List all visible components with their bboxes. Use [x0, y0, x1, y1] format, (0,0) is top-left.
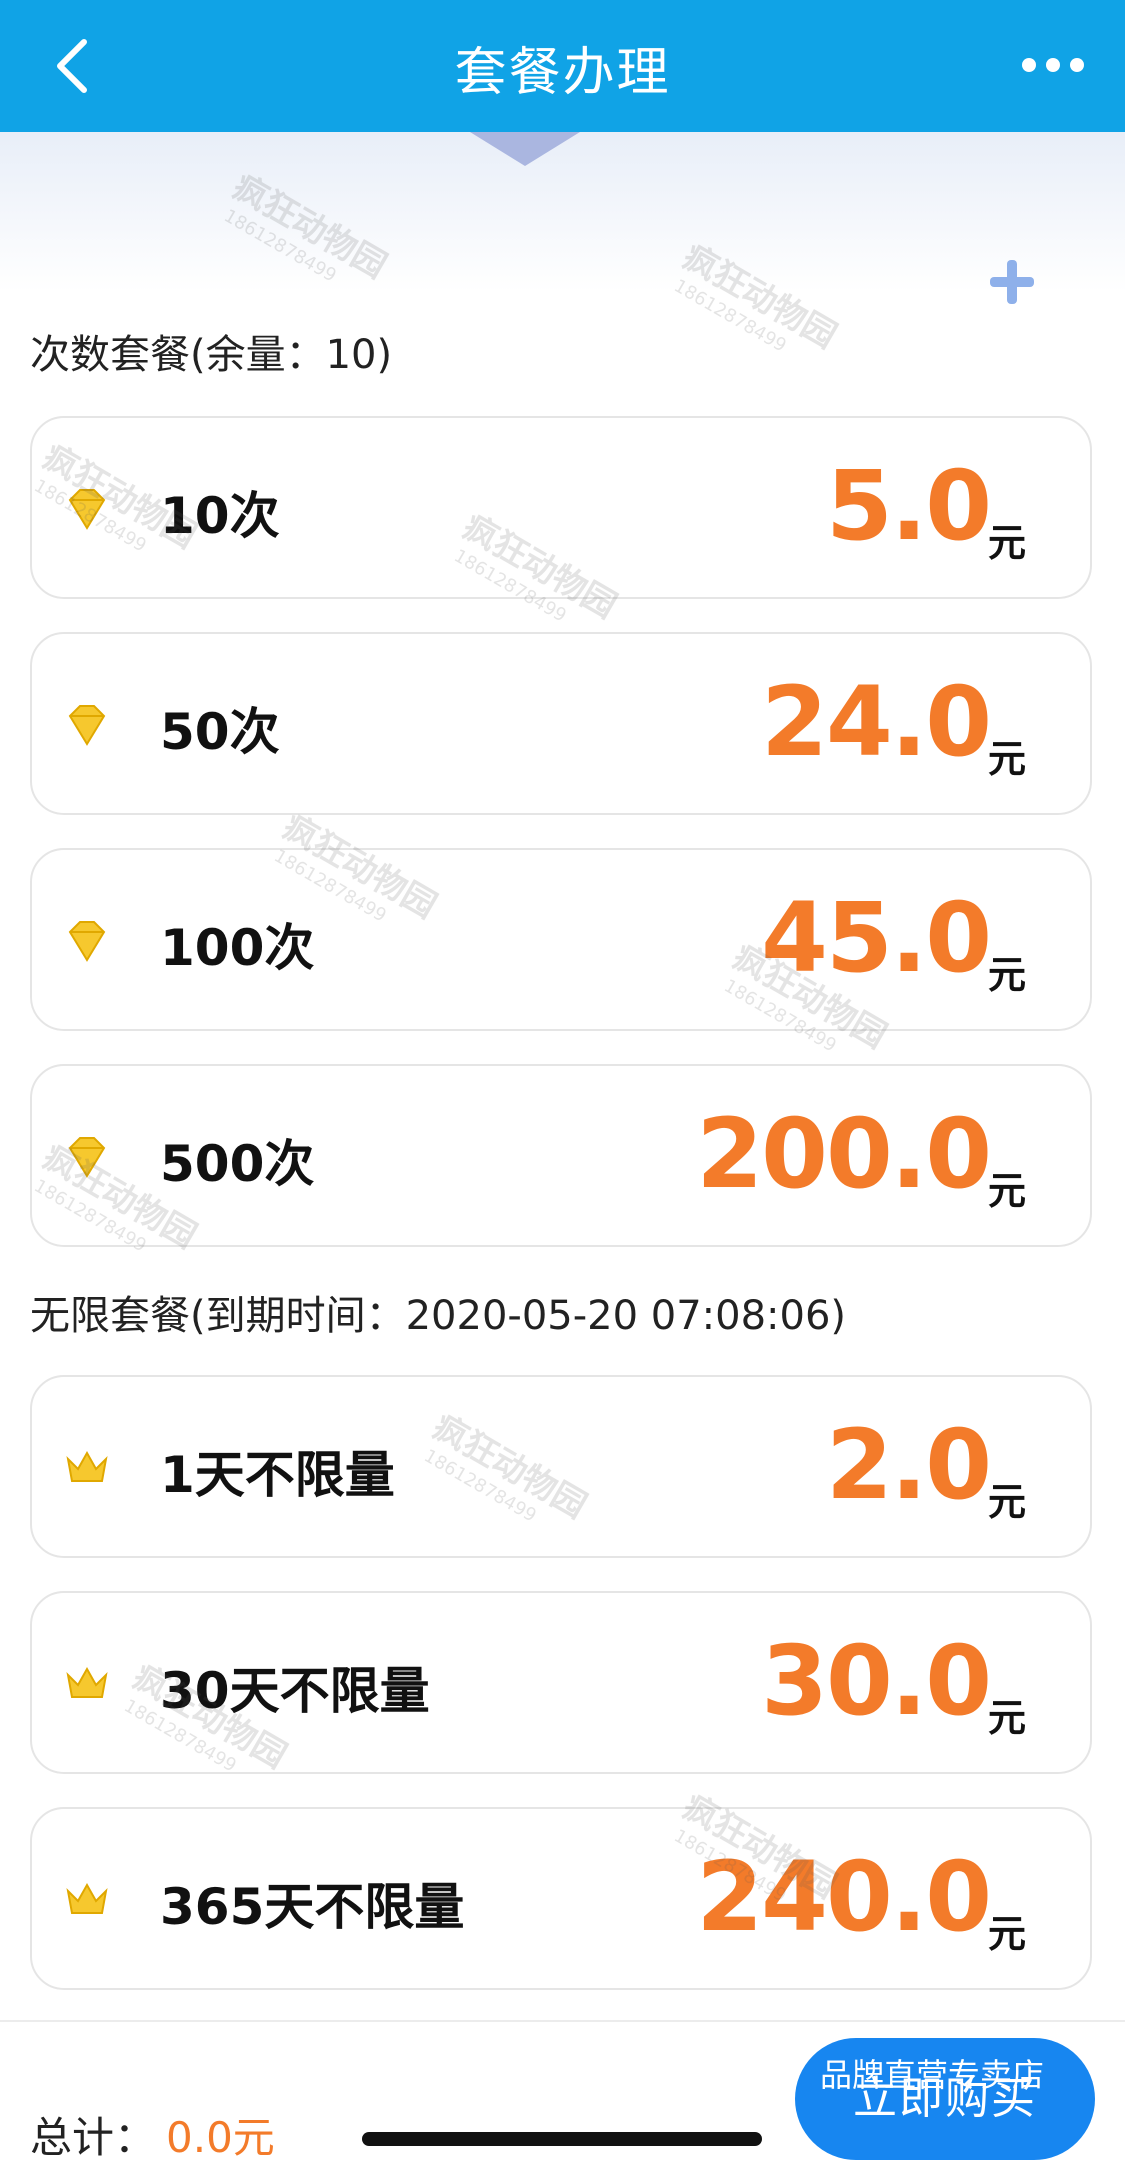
- package-name: 10次: [160, 487, 280, 545]
- package-name: 1天不限量: [160, 1446, 395, 1504]
- package-name: 100次: [160, 919, 315, 977]
- unlimited-section-title: 无限套餐(到期时间：2020-05-20 07:08:06): [30, 1293, 847, 1339]
- package-name: 365天不限量: [160, 1878, 465, 1936]
- price-unit: 元: [987, 1696, 1026, 1740]
- top-nav-bar: 套餐办理: [0, 0, 1125, 132]
- crown-icon: [66, 1666, 108, 1698]
- package-price: 45.0: [761, 882, 992, 994]
- price-unit: 元: [987, 737, 1026, 781]
- diamond-icon: [68, 921, 106, 962]
- total-value: 0.0元: [166, 2113, 275, 2162]
- more-dots-icon: [1022, 58, 1036, 72]
- price-unit: 元: [987, 1169, 1026, 1213]
- crown-icon: [66, 1450, 108, 1482]
- price-unit: 元: [987, 1912, 1026, 1956]
- package-card-count-100[interactable]: 100次 45.0 元: [30, 848, 1092, 1031]
- package-card-count-500[interactable]: 500次 200.0 元: [30, 1064, 1092, 1247]
- more-dot: [1070, 58, 1084, 72]
- package-name: 50次: [160, 703, 280, 761]
- price-unit: 元: [987, 1480, 1026, 1524]
- diamond-icon: [68, 489, 106, 530]
- page-title: 套餐办理: [454, 43, 671, 103]
- more-dot: [1046, 58, 1060, 72]
- price-unit: 元: [987, 953, 1026, 997]
- banner-shape: [470, 132, 580, 166]
- package-card-unlimited-365d[interactable]: 365天不限量 240.0 元: [30, 1807, 1092, 1990]
- crown-icon: [66, 1882, 108, 1914]
- package-name: 500次: [160, 1135, 315, 1193]
- package-price: 240.0: [696, 1841, 992, 1953]
- total-label: 总计：: [30, 2113, 157, 2162]
- package-card-count-50[interactable]: 50次 24.0 元: [30, 632, 1092, 815]
- diamond-icon: [68, 705, 106, 746]
- package-card-count-10[interactable]: 10次 5.0 元: [30, 416, 1092, 599]
- package-price: 24.0: [761, 666, 992, 778]
- store-badge: 品牌直营专卖店: [820, 2056, 1045, 2094]
- package-price: 200.0: [696, 1098, 992, 1210]
- home-indicator: [362, 2132, 762, 2146]
- more-button[interactable]: [1017, 42, 1097, 88]
- package-price: 5.0: [825, 450, 992, 562]
- banner: [0, 132, 1125, 304]
- price-unit: 元: [987, 521, 1026, 565]
- package-card-unlimited-30d[interactable]: 30天不限量 30.0 元: [30, 1591, 1092, 1774]
- package-price: 2.0: [825, 1409, 992, 1521]
- package-card-unlimited-1d[interactable]: 1天不限量 2.0 元: [30, 1375, 1092, 1558]
- bottom-bar: 总计： 0.0元 立即购买 品牌直营专卖店: [0, 2020, 1125, 2174]
- package-name: 30天不限量: [160, 1662, 430, 1720]
- count-section-title: 次数套餐(余量：10): [30, 332, 393, 378]
- diamond-icon: [68, 1137, 106, 1178]
- package-price: 30.0: [761, 1625, 992, 1737]
- plus-icon: [990, 260, 1034, 304]
